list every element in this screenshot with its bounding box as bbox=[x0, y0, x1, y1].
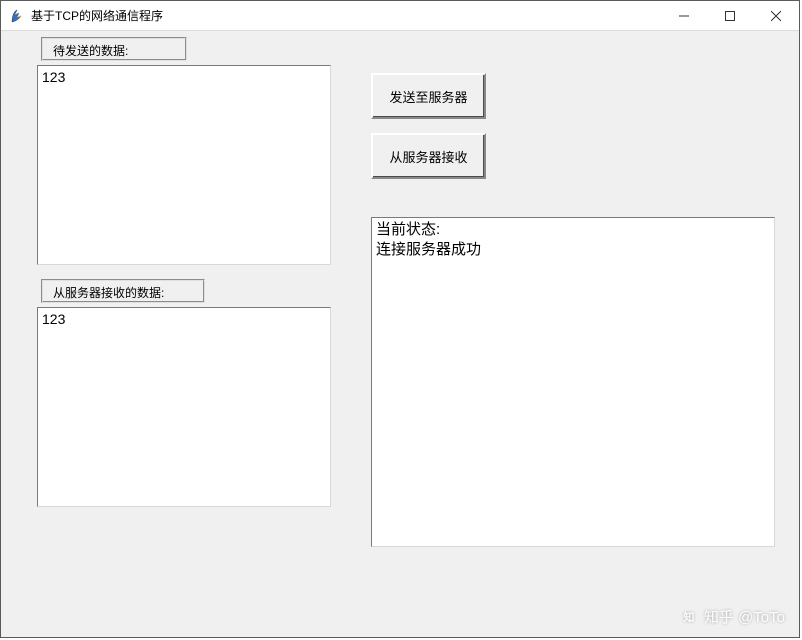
window-controls bbox=[661, 1, 799, 30]
recv-textbox[interactable]: 123 bbox=[37, 307, 331, 507]
send-textbox[interactable]: 123 bbox=[37, 65, 331, 265]
titlebar: 基于TCP的网络通信程序 bbox=[1, 1, 799, 31]
app-window: 基于TCP的网络通信程序 待发送的数据: 123 从服务器接收的数据: 123 bbox=[0, 0, 800, 638]
maximize-button[interactable] bbox=[707, 1, 753, 31]
status-textbox[interactable]: 当前状态: 连接服务器成功 bbox=[371, 217, 775, 547]
close-button[interactable] bbox=[753, 1, 799, 31]
client-area: 待发送的数据: 123 从服务器接收的数据: 123 发送至服务器 从服务器接收… bbox=[1, 31, 799, 637]
send-data-labelframe: 待发送的数据: bbox=[41, 37, 187, 61]
watermark-text: 知乎 @ToTo bbox=[704, 606, 785, 627]
recv-button[interactable]: 从服务器接收 bbox=[371, 133, 486, 179]
recv-data-label: 从服务器接收的数据: bbox=[49, 284, 168, 301]
window-title: 基于TCP的网络通信程序 bbox=[31, 7, 661, 24]
recv-data-labelframe: 从服务器接收的数据: bbox=[41, 279, 205, 303]
watermark: 知 知乎 @ToTo bbox=[680, 606, 785, 627]
app-icon bbox=[9, 8, 25, 24]
send-button[interactable]: 发送至服务器 bbox=[371, 73, 486, 119]
send-button-label: 发送至服务器 bbox=[389, 87, 467, 106]
zhihu-logo-icon: 知 bbox=[680, 608, 698, 626]
send-data-label: 待发送的数据: bbox=[49, 42, 132, 59]
recv-button-label: 从服务器接收 bbox=[389, 147, 467, 166]
minimize-button[interactable] bbox=[661, 1, 707, 31]
